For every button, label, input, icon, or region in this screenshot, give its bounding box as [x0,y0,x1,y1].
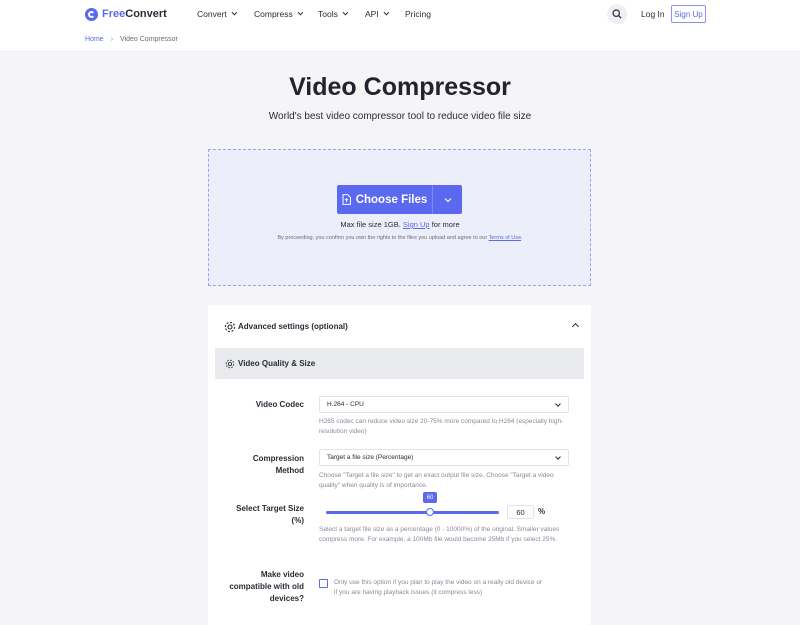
nav-tools[interactable]: Tools [318,9,349,19]
chevron-down-icon [383,9,389,16]
nav-label: Tools [318,9,338,19]
nav-pricing[interactable]: Pricing [405,9,431,19]
compat-checkbox[interactable] [319,579,328,588]
choose-files-button[interactable]: Choose Files [337,185,462,214]
percent-unit: % [538,507,546,516]
gear-icon [225,359,235,368]
terms-link[interactable]: Terms of Use [489,235,521,241]
page-subtitle: World's best video compressor tool to re… [268,111,532,122]
nav-label: API [365,9,379,19]
logo-text: FreeConvert [102,8,167,20]
chevron-down-icon [342,9,349,16]
choose-source-dropdown[interactable] [433,185,462,214]
target-size-help: Select a target file size as a percentag… [319,526,560,543]
logo-icon [85,7,98,21]
chevron-down-icon [555,454,561,460]
compat-label: Make video compatible with old devices? [229,570,304,603]
nav-api[interactable]: API [365,9,389,19]
video-codec-select[interactable]: H.264 - CPU [319,396,569,413]
file-dropzone[interactable] [208,149,591,286]
terms-note: By proceeding, you confirm you own the r… [277,235,523,241]
login-link[interactable]: Log In [641,9,665,19]
chevron-right-icon: › [110,36,114,43]
choose-files-label: Choose Files [355,193,428,206]
compression-method-help: Choose "Target a file size" to get an ex… [319,472,554,489]
search-icon [612,9,622,19]
chevron-up-icon [571,322,580,331]
video-codec-help: H265 codec can reduce video size 20-75% … [319,418,564,435]
gear-icon [224,321,236,332]
logo[interactable]: FreeConvert [85,7,167,21]
advanced-settings-toggle[interactable]: Advanced settings (optional) [224,320,584,333]
nav-compress[interactable]: Compress [254,9,303,19]
target-size-input[interactable]: 60 [507,505,534,519]
site-header: FreeConvert Convert Compress Tools API P… [0,0,800,52]
page-title: Video Compressor [289,73,511,101]
chevron-down-icon [231,9,238,16]
target-size-slider-tooltip: 60 [423,492,437,503]
compression-method-value: Target a file size (Percentage) [327,454,414,461]
search-button[interactable] [607,4,627,24]
video-codec-label: Video Codec [255,400,304,409]
chevron-down-icon [555,401,561,407]
compat-help: Only use this option if you plan to play… [334,579,543,596]
chevron-down-icon [297,9,303,16]
nav-label: Compress [254,9,293,19]
file-icon [342,194,351,205]
target-size-label: Select Target Size (%) [236,504,304,525]
nav-label: Pricing [405,9,431,19]
nav-label: Convert [197,9,227,19]
choose-files-main[interactable]: Choose Files [337,185,433,214]
compression-method-label: Compression Method [252,454,304,475]
nav-convert[interactable]: Convert [197,9,238,19]
breadcrumb-home[interactable]: Home [85,36,104,43]
signup-button[interactable]: Sign Up [671,5,706,23]
signup-link[interactable]: Sign Up [403,220,430,229]
video-quality-section-header: Video Quality & Size [215,348,584,379]
chevron-down-icon [444,197,451,202]
section-title: Video Quality & Size [238,359,316,368]
advanced-settings-title: Advanced settings (optional) [238,322,348,331]
compression-method-select[interactable]: Target a file size (Percentage) [319,449,569,466]
video-codec-value: H.264 - CPU [327,401,364,408]
target-size-slider-track[interactable] [326,511,499,514]
breadcrumb-current: Video Compressor [120,36,178,43]
target-size-slider-handle[interactable] [426,508,434,516]
max-file-size-note: Max file size 1GB. Sign Up for more [340,220,460,229]
breadcrumb: Home › Video Compressor [85,36,178,43]
